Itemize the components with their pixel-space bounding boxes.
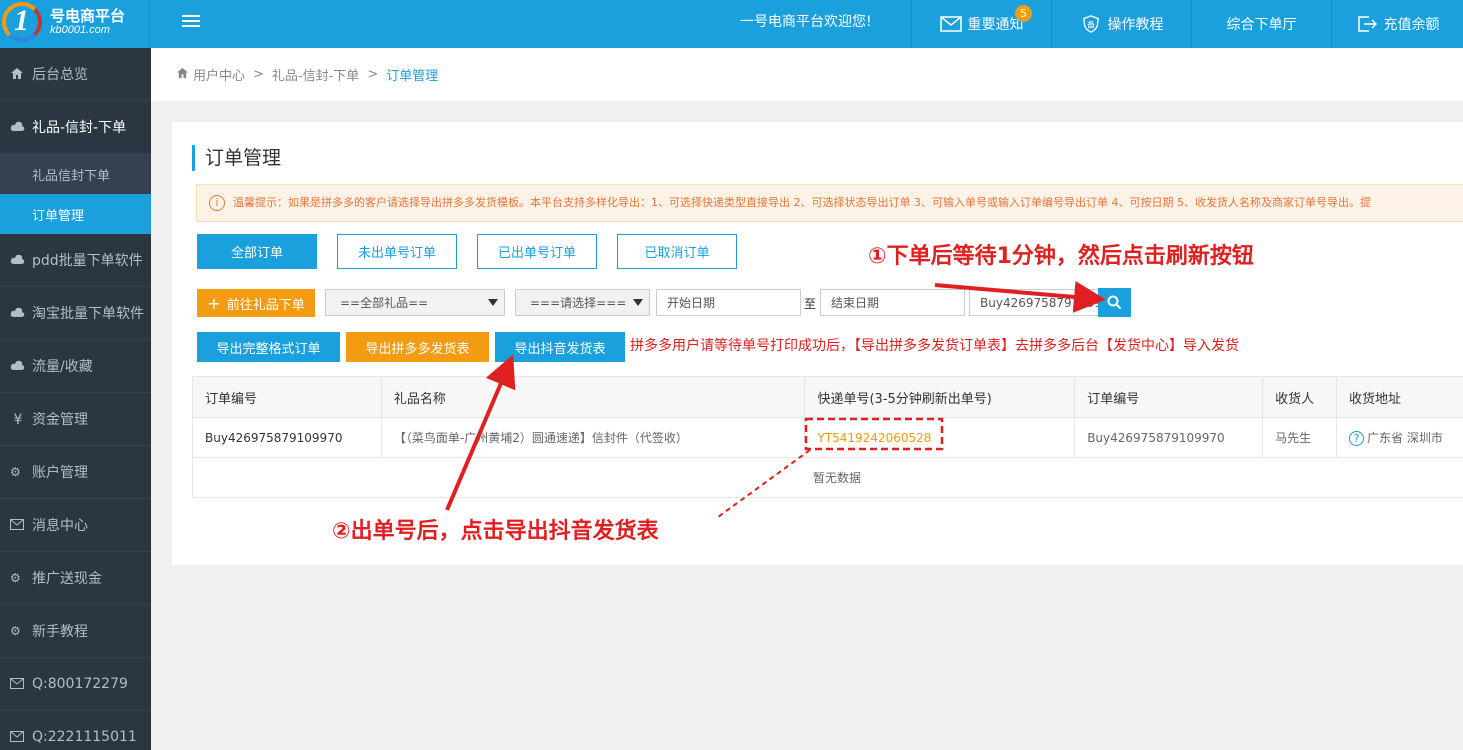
info-icon: i [209, 195, 225, 211]
gift-name-cell: 【（菜鸟面单-广州黄埔2）圆通速递】信封件（代签收） [380, 417, 806, 458]
breadcrumb: 用户中心 > 礼品-信封-下单 > 订单管理 [151, 48, 1463, 101]
column-header: 快递单号(3-5分钟刷新出单号) [804, 376, 1076, 418]
search-button[interactable] [1098, 288, 1131, 317]
svg-text:备: 备 [1086, 20, 1094, 30]
breadcrumb-item-gift-order[interactable]: 礼品-信封-下单 [272, 65, 359, 84]
sidebar-item-funds[interactable]: ¥ 资金管理 [0, 393, 151, 446]
nav-label: 操作教程 [1107, 17, 1164, 33]
column-header: 收货地址 [1336, 376, 1463, 418]
sidebar-item-qq1[interactable]: Q:800172279 [0, 658, 151, 711]
tracking-number[interactable]: YT5419242060528 [817, 431, 931, 445]
logo-url: kb0001.com [50, 24, 110, 36]
tab-all-orders[interactable]: 全部订单 [197, 234, 317, 269]
sidebar-item-messages[interactable]: 消息中心 [0, 499, 151, 552]
breadcrumb-separator: > [253, 67, 264, 82]
gears-icon: ⚙ [10, 624, 21, 638]
export-douyin-button[interactable]: 导出抖音发货表 [495, 332, 625, 362]
yen-icon: ¥ [13, 412, 23, 428]
column-header: 礼品名称 [380, 376, 806, 418]
gift-select[interactable]: ==全部礼品== [325, 289, 505, 316]
sidebar-item-gift-order[interactable]: 礼品-信封-下单 [0, 101, 151, 154]
mail-icon [10, 677, 26, 691]
breadcrumb-item-user-center[interactable]: 用户中心 [193, 65, 245, 84]
column-header: 订单编号 [192, 376, 382, 418]
plus-icon: + [207, 293, 221, 313]
sidebar-subitem-order-management[interactable]: 订单管理 [0, 194, 151, 234]
mail-icon [10, 730, 26, 744]
search-input[interactable] [969, 289, 1099, 316]
welcome-text: 一号电商平台欢迎您! [740, 14, 872, 30]
order-id-cell: Buy426975879109970 [192, 417, 382, 458]
orders-table: 订单编号 礼品名称 快递单号(3-5分钟刷新出单号) 订单编号 收货人 收货地址… [192, 376, 1463, 498]
annotation-step1: ①下单后等待1分钟，然后点击刷新按钮 [868, 244, 1254, 269]
gears-icon: ⚙ [10, 465, 21, 479]
top-header: 1 号电商平台 kb0001.com 一号电商平台欢迎您! 重要通知 5 备 操… [0, 0, 1463, 48]
table-header-row: 订单编号 礼品名称 快递单号(3-5分钟刷新出单号) 订单编号 收货人 收货地址 [192, 376, 1463, 418]
sidebar-item-referral[interactable]: ⚙ 推广送现金 [0, 552, 151, 605]
menu-toggle-icon[interactable] [182, 12, 200, 30]
sidebar-subitem-gift-envelope-order[interactable]: 礼品信封下单 [0, 154, 151, 194]
shield-icon: 备 [1082, 15, 1099, 33]
tracking-number-cell: YT5419242060528 [804, 417, 1076, 458]
nav-label: 综合下单厅 [1226, 17, 1297, 33]
export-full-button[interactable]: 导出完整格式订单 [197, 332, 340, 362]
sidebar-item-traffic[interactable]: 流量/收藏 [0, 340, 151, 393]
sidebar-item-account[interactable]: ⚙ 账户管理 [0, 446, 151, 499]
home-icon [176, 67, 189, 83]
address-cell: ? 广东省 深圳市 [1336, 417, 1463, 458]
tip-banner: i 温馨提示：如果是拼多多的客户请选择导出拼多多发货模板。本平台支持多样化导出：… [196, 184, 1463, 222]
mail-icon [10, 518, 26, 532]
breadcrumb-separator: > [367, 67, 379, 82]
pdd-note: 拼多多用户请等待单号打印成功后，【导出拼多多发货订单表】去拼多多后台【发货中心】… [630, 338, 1239, 354]
status-select[interactable]: ===请选择=== [515, 289, 650, 316]
export-pdd-button[interactable]: 导出拼多多发货表 [346, 332, 489, 362]
nav-tutorial[interactable]: 备 操作教程 [1051, 0, 1191, 48]
start-date-input[interactable] [656, 289, 801, 316]
order-id-cell: Buy426975879109970 [1074, 417, 1264, 458]
column-header: 收货人 [1262, 376, 1338, 418]
sidebar-item-pdd-software[interactable]: pdd批量下单软件 [0, 234, 151, 287]
sidebar-item-tutorial[interactable]: ⚙ 新手教程 [0, 605, 151, 658]
sidebar-item-dashboard[interactable]: 后台总览 [0, 48, 151, 101]
end-date-input[interactable] [820, 289, 965, 316]
annotation-step2: ②出单号后，点击导出抖音发货表 [332, 519, 659, 544]
date-range-separator: 至 [804, 297, 817, 311]
cloud-icon [10, 120, 26, 134]
tab-no-tracking[interactable]: 未出单号订单 [337, 234, 457, 269]
column-header: 订单编号 [1074, 376, 1264, 418]
sidebar-item-taobao-software[interactable]: 淘宝批量下单软件 [0, 287, 151, 340]
help-icon[interactable]: ? [1349, 431, 1365, 446]
cloud-icon [10, 253, 26, 267]
main-panel: 订单管理 i 温馨提示：如果是拼多多的客户请选择导出拼多多发货模板。本平台支持多… [172, 122, 1463, 565]
mail-icon [939, 16, 962, 32]
sidebar-item-qq2[interactable]: Q:2221115011 [0, 711, 151, 750]
nav-label: 充值余额 [1383, 17, 1440, 33]
table-empty-row: 暂无数据 [192, 457, 1463, 498]
cloud-icon [10, 306, 26, 320]
logo-title: 号电商平台 [50, 7, 126, 25]
page-title: 订单管理 [192, 145, 281, 171]
nav-recharge[interactable]: 充值余额 [1331, 0, 1463, 48]
no-data-text: 暂无数据 [192, 457, 1463, 498]
nav-order-hall[interactable]: 综合下单厅 [1191, 0, 1331, 48]
logo[interactable]: 1 号电商平台 kb0001.com [0, 0, 150, 48]
breadcrumb-item-current: 订单管理 [386, 69, 439, 84]
tab-cancelled[interactable]: 已取消订单 [617, 234, 737, 269]
logout-icon [1357, 16, 1377, 32]
chevron-down-icon [633, 299, 643, 306]
cloud-icon [10, 359, 26, 373]
receiver-cell: 马先生 [1262, 417, 1338, 458]
table-row: Buy426975879109970 【（菜鸟面单-广州黄埔2）圆通速递】信封件… [192, 417, 1463, 458]
search-icon [1107, 295, 1122, 310]
go-gift-order-button[interactable]: + 前往礼品下单 [197, 289, 315, 317]
chevron-down-icon [488, 299, 498, 306]
tip-text: 温馨提示：如果是拼多多的客户请选择导出拼多多发货模板。本平台支持多样化导出：1、… [233, 196, 1371, 209]
home-icon [10, 67, 26, 81]
nav-important-notice[interactable]: 重要通知 5 [911, 0, 1051, 48]
gears-icon: ⚙ [10, 571, 21, 585]
notification-badge: 5 [1015, 5, 1032, 22]
sidebar: 后台总览 礼品-信封-下单 礼品信封下单 订单管理 pdd批量下单软件 淘宝批量… [0, 48, 151, 750]
tab-has-tracking[interactable]: 已出单号订单 [477, 234, 597, 269]
